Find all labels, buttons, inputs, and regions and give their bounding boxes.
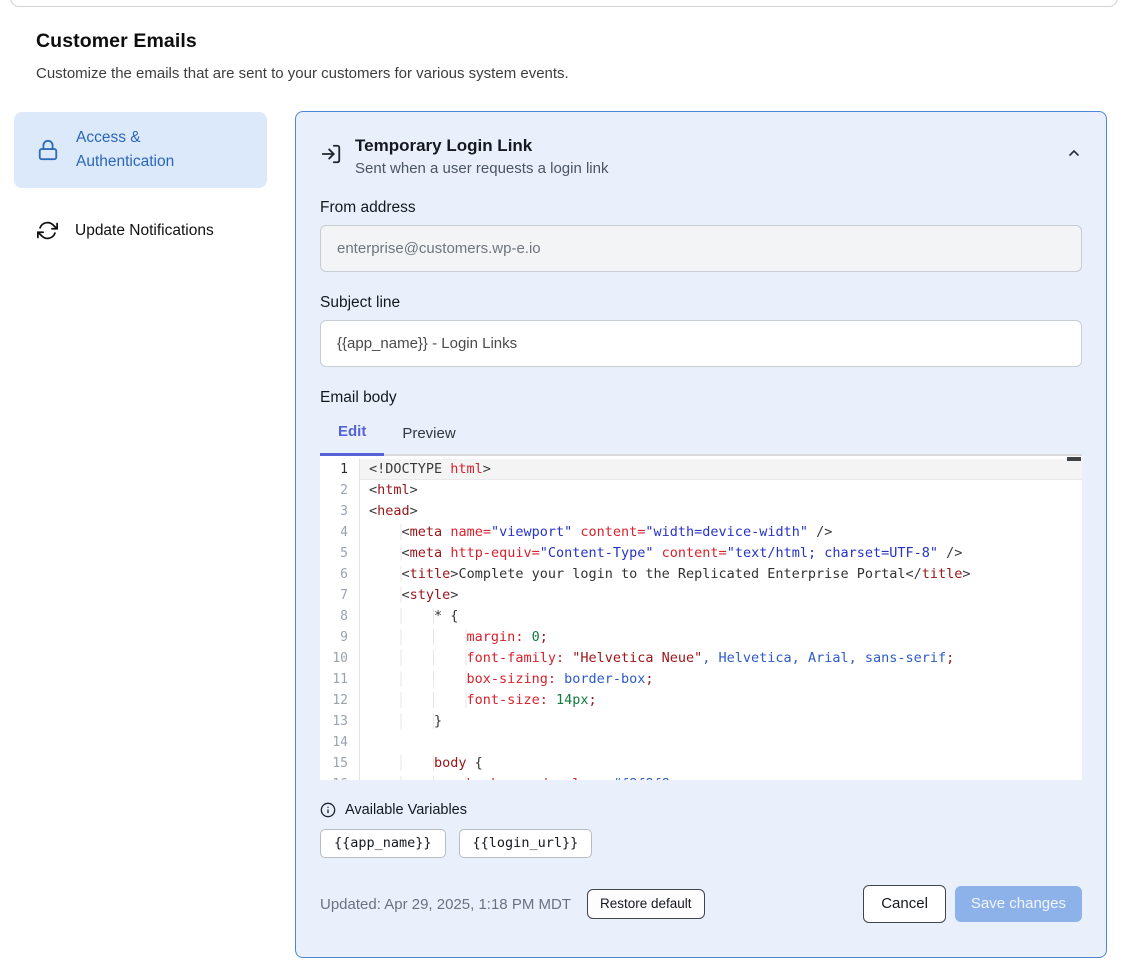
code-editor-lines: 1<!DOCTYPE html>2<html>3<head>4 <meta na…	[320, 456, 1082, 780]
code-line[interactable]: 11 box-sizing: border-box;	[320, 669, 1082, 690]
email-body-label: Email body	[320, 389, 1082, 407]
code-line[interactable]: 13 }	[320, 711, 1082, 732]
refresh-icon	[37, 220, 58, 241]
editor-tabs: Edit Preview	[320, 417, 1082, 456]
code-line[interactable]: 10 font-family: "Helvetica Neue", Helvet…	[320, 648, 1082, 669]
line-number: 2	[320, 480, 360, 501]
line-number: 4	[320, 522, 360, 543]
sidebar-item-label: Update Notifications	[75, 222, 214, 240]
code-line-content: <html>	[360, 480, 1082, 501]
chevron-up-icon	[1066, 145, 1082, 161]
sidebar-item-update-notifications[interactable]: Update Notifications	[14, 206, 267, 255]
variable-chip[interactable]: {{login_url}}	[459, 829, 593, 858]
line-number: 6	[320, 564, 360, 585]
line-number: 14	[320, 732, 360, 753]
code-line[interactable]: 7 <style>	[320, 585, 1082, 606]
code-line-content: <head>	[360, 501, 1082, 522]
from-address-label: From address	[320, 199, 1082, 217]
line-number: 12	[320, 690, 360, 711]
info-icon	[320, 802, 336, 818]
code-line-content: * {	[360, 606, 1082, 627]
variable-chips: {{app_name}} {{login_url}}	[320, 829, 1082, 858]
login-icon	[320, 143, 342, 177]
tab-preview[interactable]: Preview	[384, 417, 473, 456]
previous-section-edge	[10, 0, 1118, 7]
code-line[interactable]: 8 * {	[320, 606, 1082, 627]
code-line[interactable]: 12 font-size: 14px;	[320, 690, 1082, 711]
subject-line-label: Subject line	[320, 294, 1082, 312]
from-address-input[interactable]	[320, 225, 1082, 272]
code-line[interactable]: 2<html>	[320, 480, 1082, 501]
save-changes-button[interactable]: Save changes	[955, 886, 1082, 922]
code-line[interactable]: 3<head>	[320, 501, 1082, 522]
sidebar: Access & Authentication Update Notificat…	[14, 112, 267, 255]
page-title: Customer Emails	[36, 30, 836, 53]
template-subtitle: Sent when a user requests a login link	[355, 160, 608, 177]
code-line[interactable]: 5 <meta http-equiv="Content-Type" conten…	[320, 543, 1082, 564]
code-line-content: <meta name="viewport" content="width=dev…	[360, 522, 1082, 543]
template-title: Temporary Login Link	[355, 136, 608, 156]
updated-timestamp: Updated: Apr 29, 2025, 1:18 PM MDT	[320, 896, 571, 913]
code-line-content: <!DOCTYPE html>	[360, 459, 1082, 480]
line-number: 1	[320, 459, 360, 480]
code-line-content: box-sizing: border-box;	[360, 669, 1082, 690]
code-line[interactable]: 1<!DOCTYPE html>	[320, 459, 1082, 480]
line-number: 15	[320, 753, 360, 774]
panel-header-text: Temporary Login Link Sent when a user re…	[355, 136, 608, 177]
line-number: 7	[320, 585, 360, 606]
collapse-button[interactable]	[1066, 144, 1082, 164]
line-number: 3	[320, 501, 360, 522]
line-number: 11	[320, 669, 360, 690]
line-number: 16	[320, 774, 360, 780]
code-line-content: <style>	[360, 585, 1082, 606]
code-line-content: font-family: "Helvetica Neue", Helvetica…	[360, 648, 1082, 669]
line-number: 13	[320, 711, 360, 732]
code-line-content: <title>Complete your login to the Replic…	[360, 564, 1082, 585]
code-line-content: }	[360, 711, 1082, 732]
line-number: 5	[320, 543, 360, 564]
editor-scrollbar-thumb[interactable]	[1067, 457, 1081, 461]
page-description: Customize the emails that are sent to yo…	[36, 65, 836, 82]
available-variables-label: Available Variables	[345, 802, 467, 818]
sidebar-item-label: Access & Authentication	[76, 126, 208, 174]
lock-icon	[37, 139, 59, 161]
line-number: 9	[320, 627, 360, 648]
code-line[interactable]: 16 background-color: #f8f8f8;	[320, 774, 1082, 780]
variable-chip[interactable]: {{app_name}}	[320, 829, 446, 858]
line-number: 10	[320, 648, 360, 669]
email-template-panel: Temporary Login Link Sent when a user re…	[295, 111, 1107, 958]
code-line[interactable]: 6 <title>Complete your login to the Repl…	[320, 564, 1082, 585]
code-line-content	[360, 732, 1082, 753]
restore-default-button[interactable]: Restore default	[587, 889, 705, 919]
code-line-content: <meta http-equiv="Content-Type" content=…	[360, 543, 1082, 564]
subject-line-input[interactable]	[320, 320, 1082, 367]
line-number: 8	[320, 606, 360, 627]
panel-header: Temporary Login Link Sent when a user re…	[320, 136, 1082, 177]
sidebar-item-access-authentication[interactable]: Access & Authentication	[14, 112, 267, 188]
cancel-button[interactable]: Cancel	[863, 885, 946, 923]
code-line[interactable]: 4 <meta name="viewport" content="width=d…	[320, 522, 1082, 543]
page-header: Customer Emails Customize the emails tha…	[36, 30, 836, 82]
code-line-content: background-color: #f8f8f8;	[360, 774, 1082, 780]
code-line-content: margin: 0;	[360, 627, 1082, 648]
code-line[interactable]: 14	[320, 732, 1082, 753]
code-editor[interactable]: 1<!DOCTYPE html>2<html>3<head>4 <meta na…	[320, 456, 1082, 780]
code-line[interactable]: 15 body {	[320, 753, 1082, 774]
tab-edit[interactable]: Edit	[320, 417, 384, 456]
code-line[interactable]: 9 margin: 0;	[320, 627, 1082, 648]
code-line-content: font-size: 14px;	[360, 690, 1082, 711]
available-variables-row: Available Variables	[320, 802, 1082, 818]
code-line-content: body {	[360, 753, 1082, 774]
panel-footer: Updated: Apr 29, 2025, 1:18 PM MDT Resto…	[320, 885, 1082, 923]
